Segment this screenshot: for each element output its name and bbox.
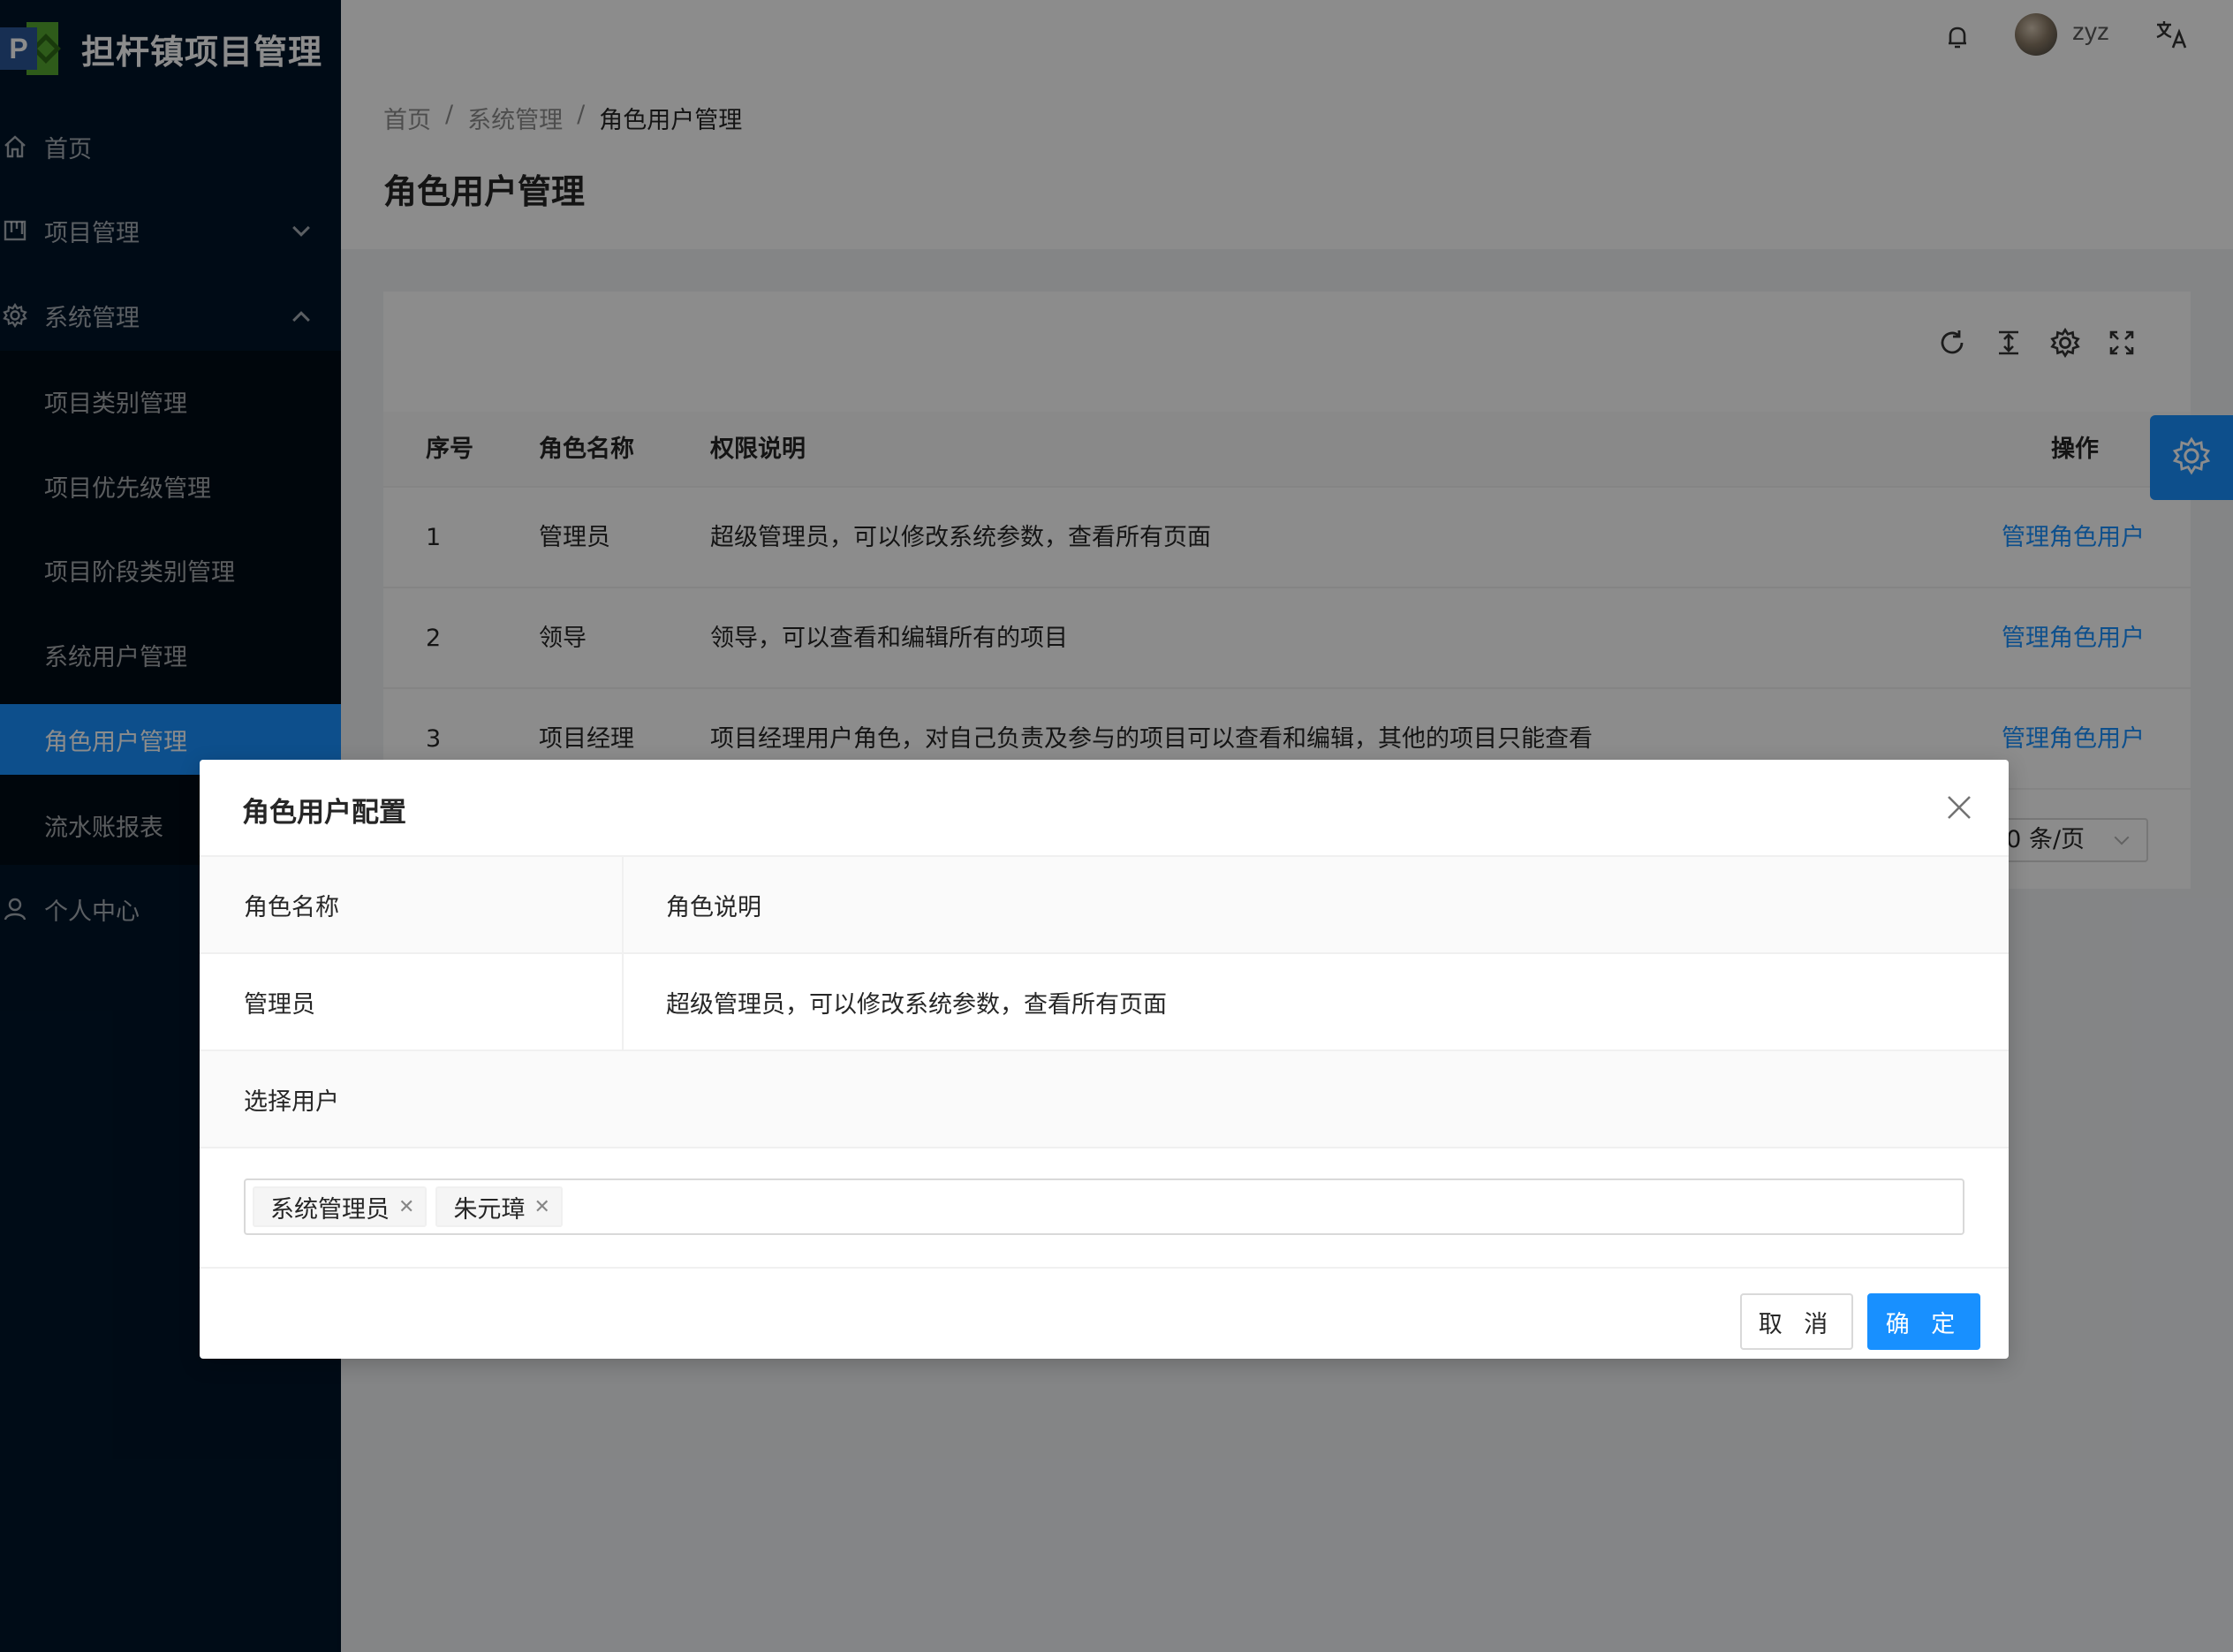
description-value-row: 管理员 超级管理员，可以修改系统参数，查看所有页面 — [200, 954, 2009, 1051]
user-tag: 系统管理员 ✕ — [253, 1186, 428, 1227]
modal-header: 角色用户配置 — [200, 760, 2009, 857]
close-icon[interactable] — [1943, 792, 1975, 823]
role-desc-value: 超级管理员，可以修改系统参数，查看所有页面 — [666, 990, 1167, 1019]
modal-title: 角色用户配置 — [242, 797, 406, 829]
remove-tag-icon[interactable]: ✕ — [534, 1196, 549, 1218]
select-user-row: 选择用户 — [200, 1051, 2009, 1148]
user-tag: 朱元璋 ✕ — [435, 1186, 563, 1227]
column-label-role-desc: 角色说明 — [624, 857, 2009, 952]
user-tag-label: 系统管理员 — [270, 1195, 390, 1224]
user-tag-label: 朱元璋 — [453, 1195, 526, 1224]
remove-tag-icon[interactable]: ✕ — [398, 1196, 414, 1218]
modal-footer: 取 消 确 定 — [200, 1267, 2009, 1359]
description-header-row: 角色名称 角色说明 — [200, 857, 2009, 954]
cancel-button[interactable]: 取 消 — [1740, 1293, 1853, 1350]
role-name-value: 管理员 — [200, 954, 624, 1050]
column-label-role-name: 角色名称 — [200, 857, 624, 952]
user-multi-select[interactable]: 系统管理员 ✕ 朱元璋 ✕ — [244, 1178, 1964, 1235]
role-user-config-modal: 角色用户配置 角色名称 角色说明 管理员 超级管理员，可以修改系统参数，查看所有… — [200, 760, 2009, 1359]
select-user-label: 选择用户 — [200, 1051, 2009, 1147]
confirm-button[interactable]: 确 定 — [1867, 1293, 1980, 1350]
